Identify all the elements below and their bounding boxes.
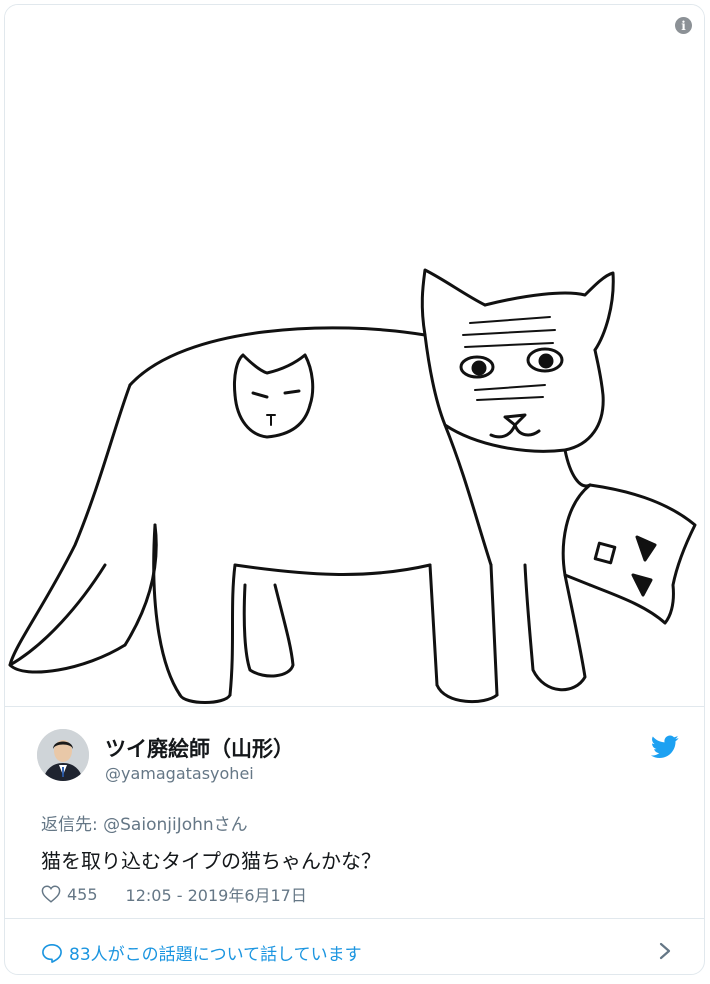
avatar[interactable]	[37, 729, 89, 781]
conversation-text[interactable]: 83人がこの話題について話しています	[69, 940, 362, 965]
tweet-card: i ツイ廃絵師（山形） @yamagatasyohei 返信先: @Saionj…	[4, 4, 705, 975]
footer-divider	[5, 918, 704, 919]
info-icon[interactable]: i	[675, 17, 692, 34]
cat-illustration	[8, 268, 697, 704]
conversation-link[interactable]: 83人がこの話題について話しています	[41, 940, 362, 965]
heart-icon[interactable]	[41, 885, 61, 903]
tweet-text: 猫を取り込むタイプの猫ちゃんかな？	[41, 849, 381, 873]
twitter-bird-icon[interactable]	[651, 735, 679, 759]
timestamp[interactable]: 12:05 - 2019年6月17日	[126, 882, 307, 906]
media-divider	[5, 706, 704, 707]
reply-target-link[interactable]: @SaionjiJohnさん	[103, 815, 248, 835]
comment-bubble-icon	[42, 943, 62, 963]
avatar-image	[37, 729, 89, 781]
author-name[interactable]: ツイ廃絵師（山形）	[105, 733, 294, 763]
author-handle[interactable]: @yamagatasyohei	[105, 764, 254, 783]
like-count[interactable]: 455	[67, 885, 98, 904]
reply-label: 返信先:	[41, 815, 104, 835]
chevron-right-icon[interactable]	[658, 941, 672, 961]
tweet-image[interactable]: i	[5, 5, 704, 706]
tweet-meta: 455 12:05 - 2019年6月17日	[41, 882, 307, 906]
reply-to: 返信先: @SaionjiJohnさん	[41, 810, 248, 835]
